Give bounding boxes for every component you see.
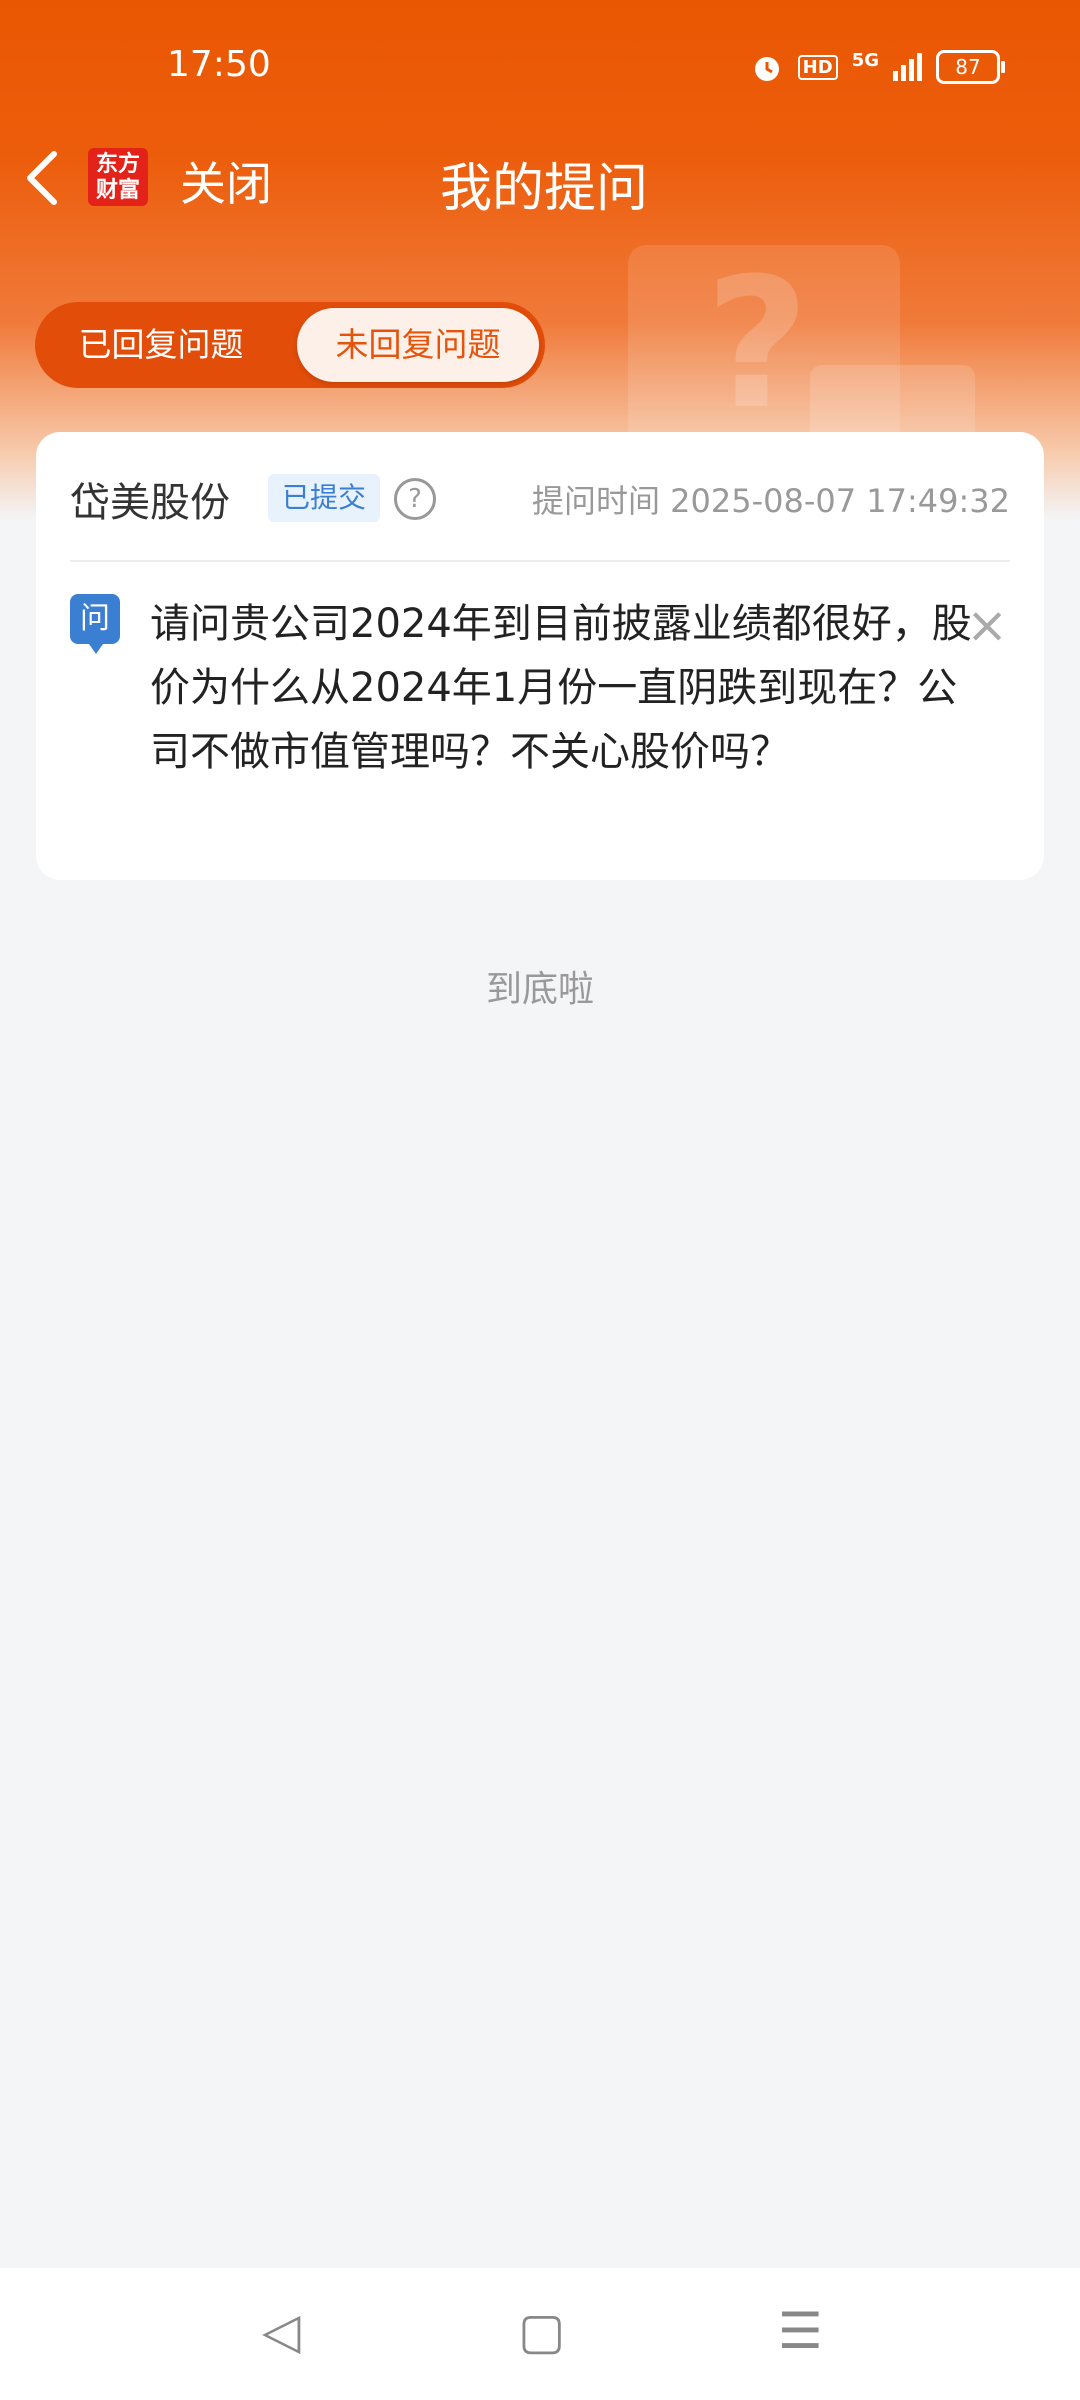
system-nav-bar: ◁ ▢ ☰ [0,2268,1080,2400]
nav-menu-icon[interactable]: ☰ [778,2302,823,2360]
alarm-icon [754,57,779,81]
battery-icon: 87 [936,50,1005,84]
signal-icon [893,53,922,81]
nav-back-icon[interactable]: ◁ [262,2302,300,2360]
nav-home-icon[interactable]: ▢ [518,2302,565,2360]
chevron-left-icon[interactable] [20,148,80,228]
question-time: 提问时间 2025-08-07 17:49:32 [531,482,1010,520]
battery-level: 87 [955,55,981,79]
company-name: 岱美股份 [70,480,230,526]
tab-replied[interactable]: 已回复问题 [41,308,281,382]
page-title: 我的提问 [440,159,649,219]
app-logo: 东方 财富 [88,148,148,206]
divider [70,560,1010,562]
tab-switcher: 已回复问题 未回复问题 [35,302,545,388]
delete-question-icon[interactable]: × [966,600,1008,650]
question-card: 岱美股份 已提交 ? 提问时间 2025-08-07 17:49:32 问 请问… [36,432,1044,880]
question-text: 请问贵公司2024年到目前披露业绩都很好，股价为什么从2024年1月份一直阴跌到… [150,601,972,775]
status-time: 17:50 [167,44,271,85]
status-icons: HD 5G 87 [750,50,1005,84]
status-badge: 已提交 [268,474,381,522]
question-icon: 问 [70,594,120,654]
close-button[interactable]: 关闭 [180,148,272,214]
tab-unreplied[interactable]: 未回复问题 [297,308,539,382]
list-end-text: 到底啦 [485,969,594,1010]
status-bar: 17:50 HD 5G 87 [0,0,1080,140]
hd-icon: HD [797,54,838,80]
help-icon[interactable]: ? [394,478,436,520]
network-label: 5G [851,50,879,71]
question-mark-decor-icon: ? [705,240,810,449]
